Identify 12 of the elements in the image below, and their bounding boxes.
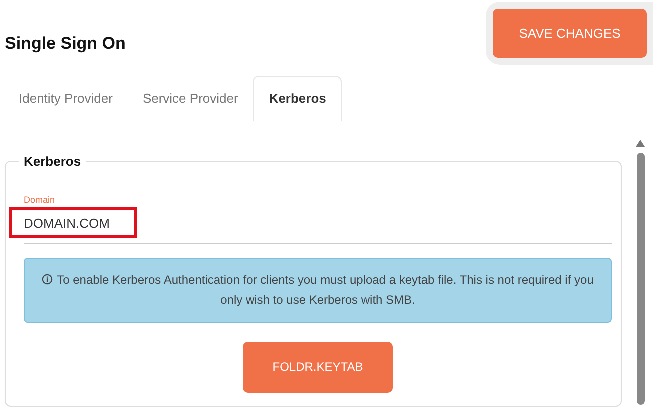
tab[interactable]: Kerberos [253, 76, 342, 121]
domain-field[interactable]: DOMAIN.COM [24, 208, 612, 244]
scroll-up-icon[interactable] [636, 140, 645, 147]
page-title: Single Sign On [5, 33, 126, 55]
upload-button[interactable]: FOLDR.KEYTAB [243, 342, 393, 392]
scroll-thumb[interactable] [636, 153, 644, 405]
info-icon [42, 274, 54, 286]
tab[interactable]: Service Provider [128, 76, 254, 121]
save-button[interactable]: SAVE CHANGES [493, 9, 647, 58]
tab[interactable]: Identity Provider [4, 76, 128, 121]
field-label: Domain [24, 194, 56, 207]
info-text: To enable Kerberos Authentication for clients you must upload a keytab file. This is not required if you only wish to use Kerberos with SMB. [37, 270, 599, 310]
